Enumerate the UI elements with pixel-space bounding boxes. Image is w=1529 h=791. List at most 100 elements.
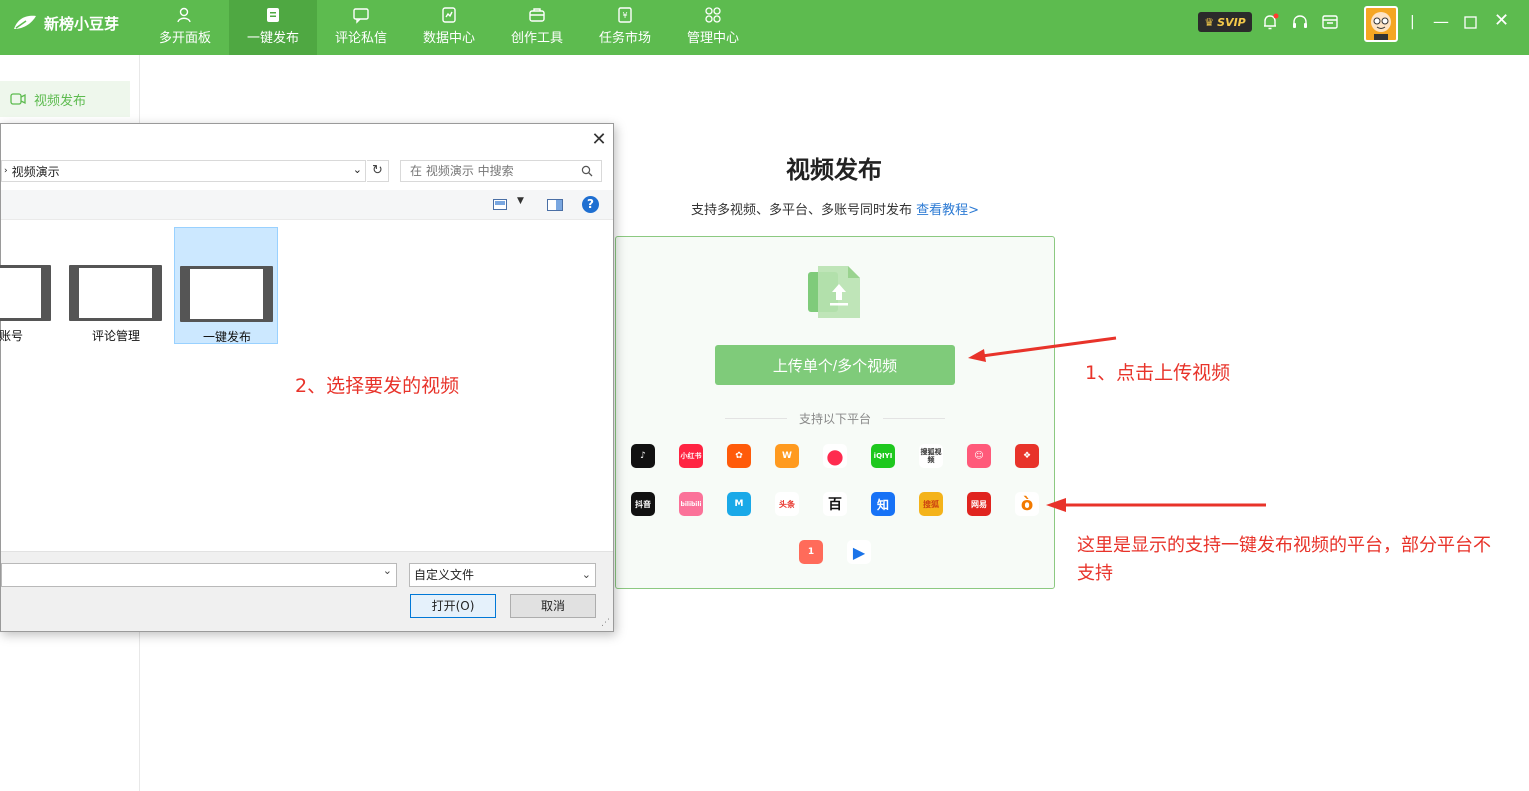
iqiyi-label: iQIYI [873, 452, 893, 460]
tutorial-link[interactable]: 查看教程> [916, 203, 979, 218]
cloud-icon: ❖ [1015, 444, 1039, 468]
open-button[interactable]: 打开(O) [410, 594, 496, 618]
chevron-right-icon: › [4, 166, 8, 176]
nav-label: 任务市场 [598, 31, 651, 46]
file-name: 一键发布 [202, 330, 251, 344]
chevron-down-icon: ⌄ [382, 564, 392, 577]
bilibili-label: bilibili [680, 500, 702, 508]
yidian-icon: 1 [799, 540, 823, 564]
xiaohongshu-label: 小红书 [680, 452, 702, 460]
nav-label: 数据中心 [422, 31, 475, 46]
netease-label: 网易 [971, 499, 987, 509]
sohu-label: 搜狐 [923, 499, 939, 509]
arrow-icon [1046, 498, 1266, 512]
video-thumbnail [180, 266, 273, 322]
leaf-icon [14, 15, 36, 29]
haokan-icon: ☺ [967, 444, 991, 468]
nav-label: 管理中心 [686, 31, 739, 46]
close-icon[interactable]: ✕ [587, 128, 611, 152]
sidebar-item-video-publish[interactable]: 视频发布 [0, 81, 130, 117]
search-input[interactable]: 在 视频演示 中搜索 [400, 160, 602, 182]
svip-label: SVIP [1217, 15, 1246, 29]
nav-comments[interactable]: 评论私信 [317, 0, 405, 55]
manage-icon [705, 7, 721, 23]
help-icon[interactable]: ? [582, 196, 599, 213]
bilibili-icon: bilibili [679, 492, 703, 516]
douyin-video-icon: 抖音 [631, 492, 655, 516]
app-name: 新榜小豆芽 [44, 14, 120, 33]
list-item[interactable]: 评论管理 [64, 227, 168, 344]
address-bar[interactable]: › 视频演示 ⌄ [1, 160, 366, 182]
search-placeholder: 在 视频演示 中搜索 [410, 164, 514, 178]
refresh-icon: ↻ [372, 163, 383, 178]
nav-publish[interactable]: 一键发布 [229, 0, 317, 55]
close-icon[interactable]: ✕ [1494, 10, 1509, 31]
nav-label: 评论私信 [334, 31, 387, 46]
tencent-video-icon: ▶ [847, 540, 871, 564]
weishi-icon: W [775, 444, 799, 468]
page-title: 视频发布 [786, 156, 882, 184]
maximize-icon[interactable] [1464, 16, 1477, 29]
path-text: 视频演示 [11, 164, 60, 179]
nav-data[interactable]: 数据中心 [405, 0, 493, 55]
cancel-button[interactable]: 取消 [510, 594, 596, 618]
publish-icon [267, 8, 279, 22]
data-icon [442, 7, 456, 23]
window-icon[interactable] [1321, 13, 1339, 31]
upload-video-button[interactable]: 上传单个/多个视频 [715, 345, 955, 385]
avatar-face-icon [1371, 12, 1391, 40]
sidebar-item-label: 视频发布 [34, 93, 87, 109]
app-logo[interactable]: 新榜小豆芽 [12, 10, 119, 36]
chevron-down-icon[interactable]: ⌄ [353, 163, 362, 176]
subtitle-text: 支持多视频、多平台、多账号同时发布 [690, 203, 912, 218]
annotation-step2: 2、选择要发的视频 [295, 375, 460, 397]
sohu-icon: 搜狐 [919, 492, 943, 516]
iqiyi-icon: iQIYI [871, 444, 895, 468]
file-name: 体账号 [0, 329, 23, 343]
weibo-icon: ò [1015, 492, 1039, 516]
xiaohongshu-icon: 小红书 [679, 444, 703, 468]
separator-icon: | [1410, 14, 1415, 30]
view-dropdown-icon[interactable]: ▼ [517, 196, 524, 206]
resize-grip-icon[interactable]: ⋰ [601, 618, 610, 628]
nav-manage[interactable]: 管理中心 [669, 0, 757, 55]
nav-label: 一键发布 [246, 31, 299, 46]
douyin-icon: ♪ [631, 444, 655, 468]
nav-tools[interactable]: 创作工具 [493, 0, 581, 55]
baidu-icon: 百 [823, 492, 847, 516]
file-type-select[interactable]: 自定义文件 ⌄ [409, 563, 596, 587]
video-thumbnail [0, 265, 51, 321]
nav-label: 创作工具 [510, 31, 563, 46]
search-icon [581, 165, 593, 177]
list-item[interactable]: 体账号 [0, 227, 57, 344]
avatar[interactable] [1364, 6, 1398, 42]
toutiao-label: 头条 [779, 499, 795, 509]
view-mode-icon[interactable] [493, 199, 507, 210]
preview-pane-icon[interactable] [547, 199, 563, 211]
market-icon: ¥ [618, 7, 632, 23]
filename-field[interactable]: ⌄ [1, 563, 397, 587]
sohu-video-label: 搜狐视频 [920, 448, 942, 464]
tiktok-light-icon: M [727, 492, 751, 516]
message-icon [353, 8, 369, 24]
crown-icon: ♛ [1204, 15, 1215, 29]
sohu-video-icon: 搜狐视频 [919, 444, 943, 468]
video-thumbnail [69, 265, 162, 321]
nav-label: 多开面板 [158, 31, 211, 46]
headset-icon[interactable] [1291, 13, 1309, 31]
douyin-video-label: 抖音 [635, 499, 651, 509]
user-icon [177, 7, 191, 23]
kuaishou-icon: ✿ [727, 444, 751, 468]
video-icon [10, 93, 26, 105]
page-subtitle: 支持多视频、多平台、多账号同时发布 查看教程> [610, 199, 1060, 218]
nav-market[interactable]: ¥ 任务市场 [581, 0, 669, 55]
supported-platforms-label: 支持以下平台 [725, 410, 945, 427]
refresh-button[interactable]: ↻ [367, 160, 389, 182]
minimize-icon[interactable]: — [1433, 12, 1449, 31]
bell-icon[interactable] [1261, 13, 1279, 31]
nav-multi-panel[interactable]: 多开面板 [141, 0, 229, 55]
file-name: 评论管理 [91, 329, 140, 343]
bilibili-like-icon: ● [823, 444, 847, 468]
list-item-selected[interactable]: 一键发布 [174, 227, 278, 344]
svip-badge[interactable]: ♛ SVIP [1198, 12, 1252, 32]
